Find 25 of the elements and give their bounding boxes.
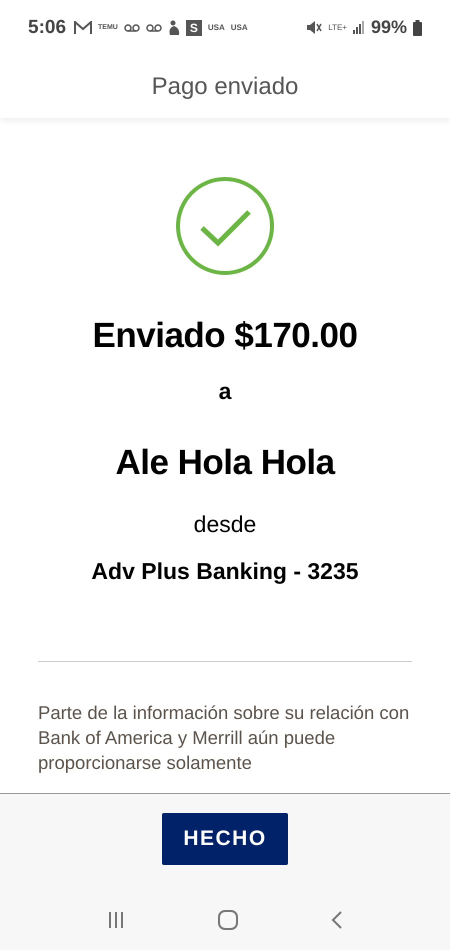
mail-icon xyxy=(74,20,92,34)
account-name: Adv Plus Banking - 3235 xyxy=(91,558,359,585)
recent-apps-icon[interactable] xyxy=(106,911,125,929)
connector-text: desde xyxy=(194,511,256,538)
recipient-name: Ale Hola Hola xyxy=(115,443,335,483)
voicemail-icon xyxy=(124,24,140,32)
mute-icon xyxy=(306,20,322,35)
page-title: Pago enviado xyxy=(152,72,298,100)
battery-level: 99% xyxy=(370,17,407,38)
done-button[interactable]: HECHO xyxy=(162,813,288,865)
amount-text: Enviado $170.00 xyxy=(92,316,358,356)
back-icon[interactable] xyxy=(331,911,344,929)
app-label: USA xyxy=(208,23,225,32)
checkmark-icon xyxy=(175,176,275,276)
app-label: S xyxy=(186,20,202,36)
home-icon[interactable] xyxy=(218,910,238,930)
voicemail-icon xyxy=(146,24,162,32)
clock-time: 5:06 xyxy=(28,16,66,38)
app-label: USA xyxy=(230,23,248,32)
connector-text: a xyxy=(218,378,232,405)
battery-icon xyxy=(413,20,422,36)
figure-icon xyxy=(168,20,180,35)
disclaimer-text: Parte de la información sobre su relación con Bank of America y Merrill aún puede proporcionarse solamente xyxy=(38,701,410,775)
network-label: LTE+ xyxy=(328,23,347,32)
signal-icon xyxy=(352,21,365,34)
